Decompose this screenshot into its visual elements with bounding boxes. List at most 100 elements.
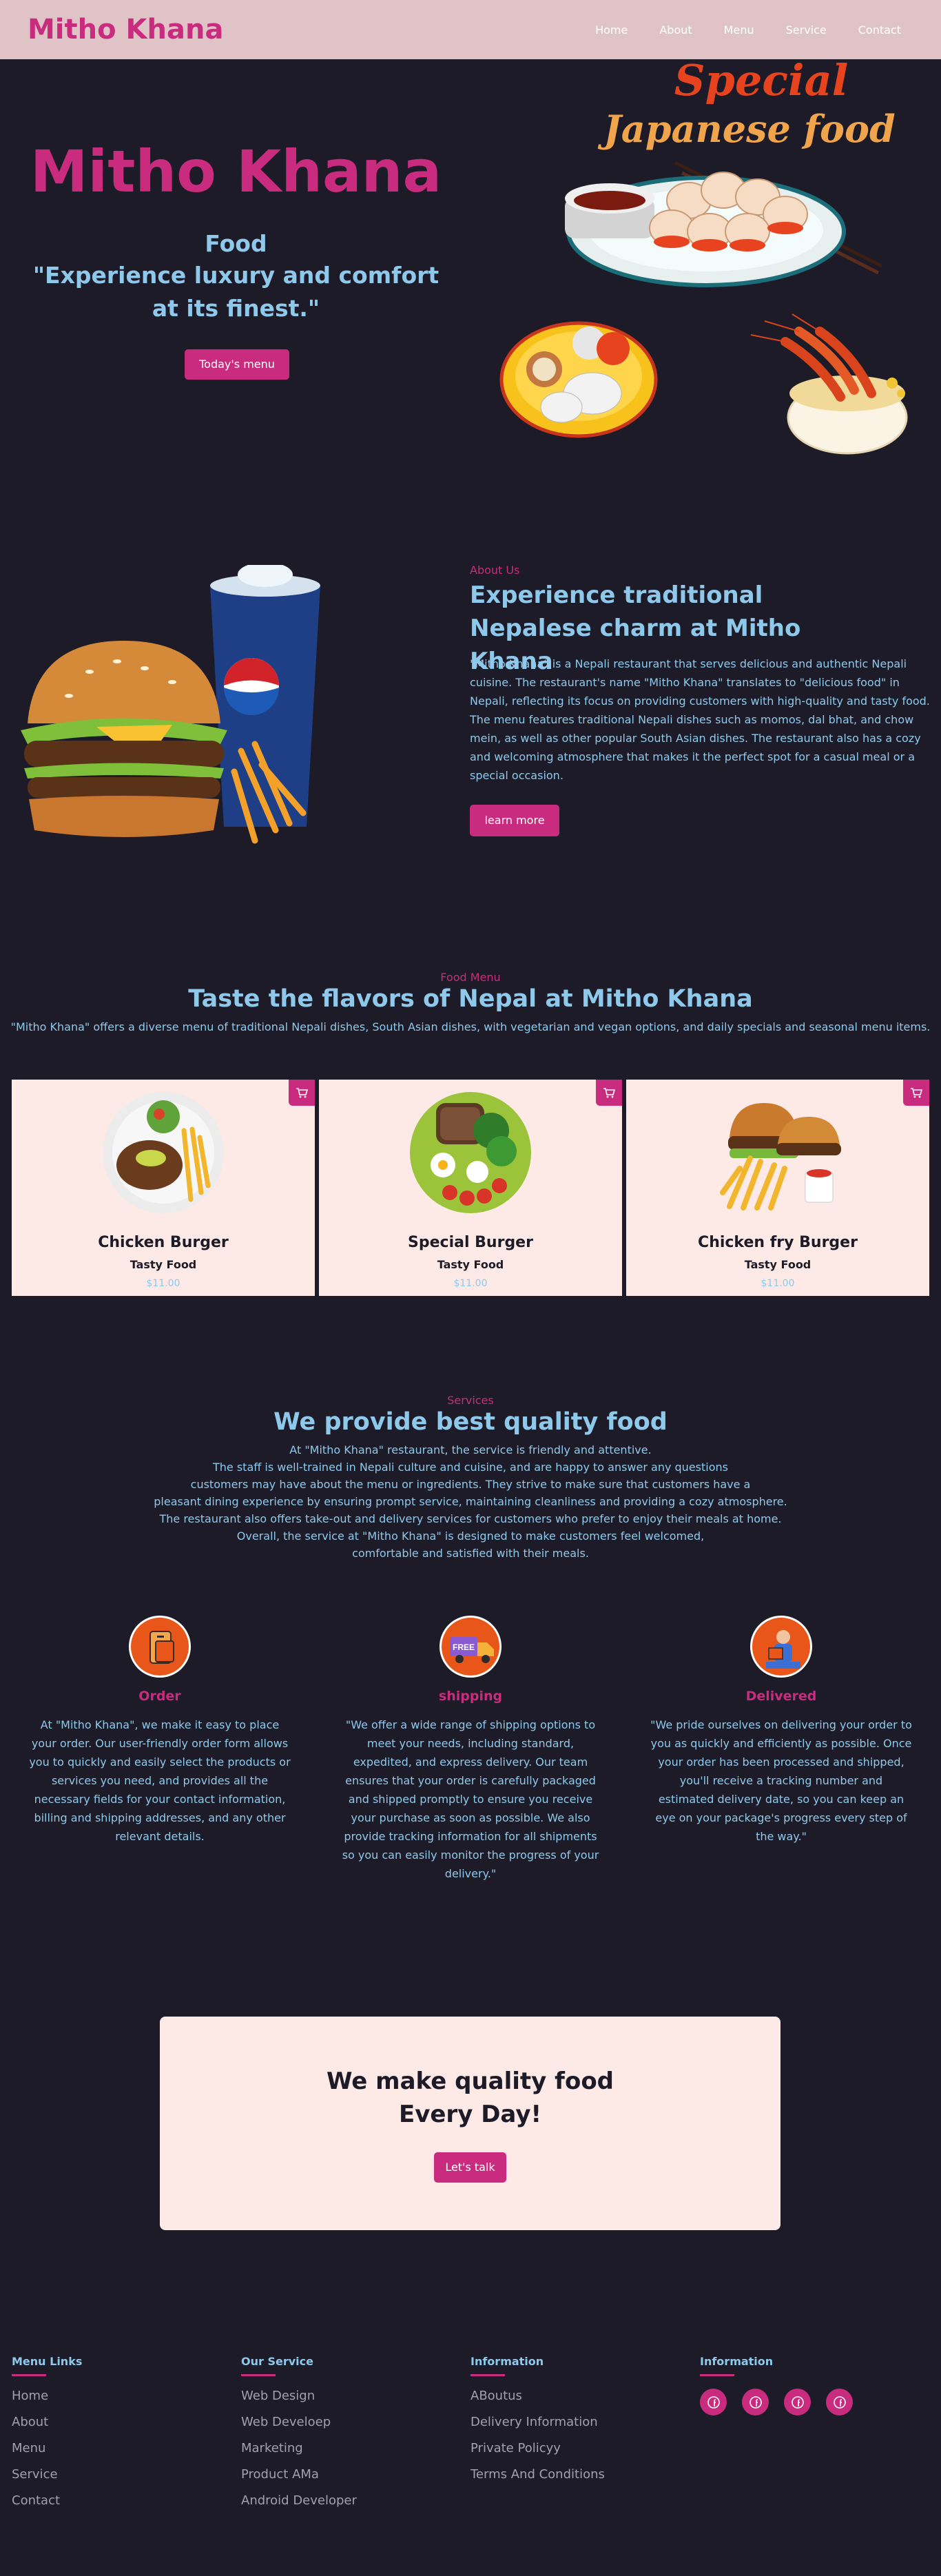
card-name: Chicken fry Burger bbox=[698, 1234, 858, 1251]
services-line: pleasant dining experience by ensuring p… bbox=[154, 1495, 787, 1508]
facebook-link[interactable] bbox=[742, 2389, 769, 2415]
footer-link-marketing[interactable]: Marketing bbox=[241, 2441, 448, 2455]
learn-more-button[interactable]: learn more bbox=[470, 805, 559, 836]
about-kicker: About Us bbox=[470, 564, 520, 577]
footer-link-contact[interactable]: Contact bbox=[12, 2493, 218, 2508]
nav-link-home[interactable]: Home bbox=[595, 23, 628, 37]
card-name: Chicken Burger bbox=[98, 1234, 229, 1251]
service-name: Delivered bbox=[745, 1689, 817, 1704]
facebook-icon bbox=[833, 2395, 846, 2409]
add-to-cart-button[interactable] bbox=[903, 1080, 929, 1106]
hero-quote: "Experience luxury and comfort at its fi… bbox=[32, 262, 440, 322]
footer-heading: Our Service bbox=[241, 2355, 313, 2368]
free-shipping-truck-icon: FREE bbox=[440, 1616, 501, 1678]
hero-art-japanese-food: Japanese food bbox=[597, 107, 895, 151]
hero-title: Mitho Khana bbox=[30, 138, 442, 205]
footer-heading: Information bbox=[470, 2355, 544, 2368]
footer-information: Information ABoutus Delivery Information… bbox=[470, 2355, 677, 2493]
facebook-link[interactable] bbox=[784, 2389, 811, 2415]
nav-link-contact[interactable]: Contact bbox=[858, 23, 901, 37]
card-subtitle: Tasty Food bbox=[744, 1258, 811, 1271]
footer-link-terms[interactable]: Terms And Conditions bbox=[470, 2467, 677, 2482]
card-name: Special Burger bbox=[408, 1234, 533, 1251]
free-shipping-badge: FREE bbox=[453, 1642, 475, 1652]
todays-menu-button[interactable]: Today's menu bbox=[185, 349, 289, 380]
footer-heading: Information bbox=[700, 2355, 774, 2368]
footer-link-about[interactable]: About bbox=[12, 2415, 218, 2429]
menu-description: "Mitho Khana" offers a diverse menu of t… bbox=[10, 1020, 931, 1033]
services-description: At "Mitho Khana" restaurant, the service… bbox=[126, 1441, 815, 1562]
service-description: "We pride ourselves on delivering your o… bbox=[650, 1718, 912, 1843]
footer-link-product[interactable]: Product AMa bbox=[241, 2467, 448, 2482]
card-price: $11.00 bbox=[453, 1278, 488, 1289]
cart-icon bbox=[911, 1088, 922, 1098]
footer-underline bbox=[470, 2374, 505, 2376]
facebook-icon bbox=[791, 2395, 804, 2409]
footer-underline bbox=[12, 2374, 46, 2376]
facebook-link[interactable] bbox=[826, 2389, 853, 2415]
nav-link-service[interactable]: Service bbox=[786, 23, 827, 37]
footer-link-web-design[interactable]: Web Design bbox=[241, 2389, 448, 2403]
footer-social: Information bbox=[700, 2355, 907, 2415]
footer-link-privacy[interactable]: Private Policyy bbox=[470, 2441, 677, 2455]
services-line: The staff is well-trained in Nepali cult… bbox=[213, 1461, 728, 1474]
cart-icon bbox=[603, 1088, 615, 1098]
menu-kicker: Food Menu bbox=[440, 971, 501, 984]
cta-title: We make quality food Every Day! bbox=[160, 2065, 780, 2131]
menu-card[interactable]: Chicken Burger Tasty Food $11.00 bbox=[12, 1080, 315, 1296]
hero-subtitle: Food bbox=[205, 230, 267, 257]
burger-and-soda-image bbox=[21, 565, 320, 844]
card-subtitle: Tasty Food bbox=[437, 1258, 504, 1271]
services-line: comfortable and satisfied with their mea… bbox=[352, 1547, 589, 1560]
add-to-cart-button[interactable] bbox=[596, 1080, 622, 1106]
cta-line-1: We make quality food bbox=[326, 2068, 614, 2095]
services-kicker: Services bbox=[447, 1394, 494, 1407]
footer-underline bbox=[241, 2374, 276, 2376]
nav-link-about[interactable]: About bbox=[659, 23, 692, 37]
footer-our-service: Our Service Web Design Web Develoep Mark… bbox=[241, 2355, 448, 2520]
menu-title: Taste the flavors of Nepal at Mitho Khan… bbox=[188, 985, 753, 1013]
japanese-food-illustration: Special Japanese food bbox=[499, 59, 908, 455]
delivery-person-icon bbox=[750, 1616, 812, 1678]
card-subtitle: Tasty Food bbox=[130, 1258, 197, 1271]
services-line: At "Mitho Khana" restaurant, the service… bbox=[289, 1443, 652, 1456]
footer-link-about-us[interactable]: ABoutus bbox=[470, 2389, 677, 2403]
cart-icon bbox=[296, 1088, 308, 1098]
services-line: Overall, the service at "Mitho Khana" is… bbox=[236, 1529, 705, 1543]
facebook-link[interactable] bbox=[700, 2389, 727, 2415]
facebook-icon bbox=[749, 2395, 762, 2409]
page: Mitho Khana Home About Menu Service Cont… bbox=[0, 0, 941, 2576]
footer-heading: Menu Links bbox=[12, 2355, 83, 2368]
lets-talk-button[interactable]: Let's talk bbox=[434, 2152, 506, 2183]
footer-link-android[interactable]: Android Developer bbox=[241, 2493, 448, 2508]
footer-underline bbox=[700, 2374, 734, 2376]
footer-link-menu[interactable]: Menu bbox=[12, 2441, 218, 2455]
brand-logo[interactable]: Mitho Khana bbox=[28, 14, 223, 45]
services-line: customers may have about the menu or ing… bbox=[190, 1478, 751, 1491]
chicken-burger-image bbox=[103, 1092, 224, 1213]
menu-card[interactable]: Chicken fry Burger Tasty Food $11.00 bbox=[626, 1080, 929, 1296]
social-links bbox=[700, 2389, 907, 2415]
facebook-icon bbox=[707, 2395, 720, 2409]
navbar: Mitho Khana Home About Menu Service Cont… bbox=[0, 0, 941, 59]
menu-card[interactable]: Special Burger Tasty Food $11.00 bbox=[319, 1080, 622, 1296]
service-name: Order bbox=[138, 1689, 181, 1704]
footer-link-service[interactable]: Service bbox=[12, 2467, 218, 2482]
add-to-cart-button[interactable] bbox=[289, 1080, 315, 1106]
footer-link-web-develop[interactable]: Web Develoep bbox=[241, 2415, 448, 2429]
nav-link-menu[interactable]: Menu bbox=[724, 23, 754, 37]
special-burger-image bbox=[410, 1092, 531, 1213]
order-icon bbox=[129, 1616, 191, 1678]
about-text: "Mitho Khana" is a Nepali restaurant tha… bbox=[470, 657, 930, 782]
nav-links: Home About Menu Service Contact bbox=[595, 23, 901, 37]
services-line: The restaurant also offers take-out and … bbox=[159, 1512, 782, 1525]
footer-link-delivery[interactable]: Delivery Information bbox=[470, 2415, 677, 2429]
card-price: $11.00 bbox=[761, 1278, 795, 1289]
service-name: shipping bbox=[438, 1689, 503, 1704]
service-description: "We offer a wide range of shipping optio… bbox=[342, 1718, 599, 1880]
cta-banner: We make quality food Every Day! Let's ta… bbox=[160, 2017, 780, 2230]
service-description: At "Mitho Khana", we make it easy to pla… bbox=[29, 1718, 291, 1843]
footer-menu-links: Menu Links Home About Menu Service Conta… bbox=[12, 2355, 218, 2520]
cta-line-2: Every Day! bbox=[398, 2101, 541, 2128]
footer-link-home[interactable]: Home bbox=[12, 2389, 218, 2403]
